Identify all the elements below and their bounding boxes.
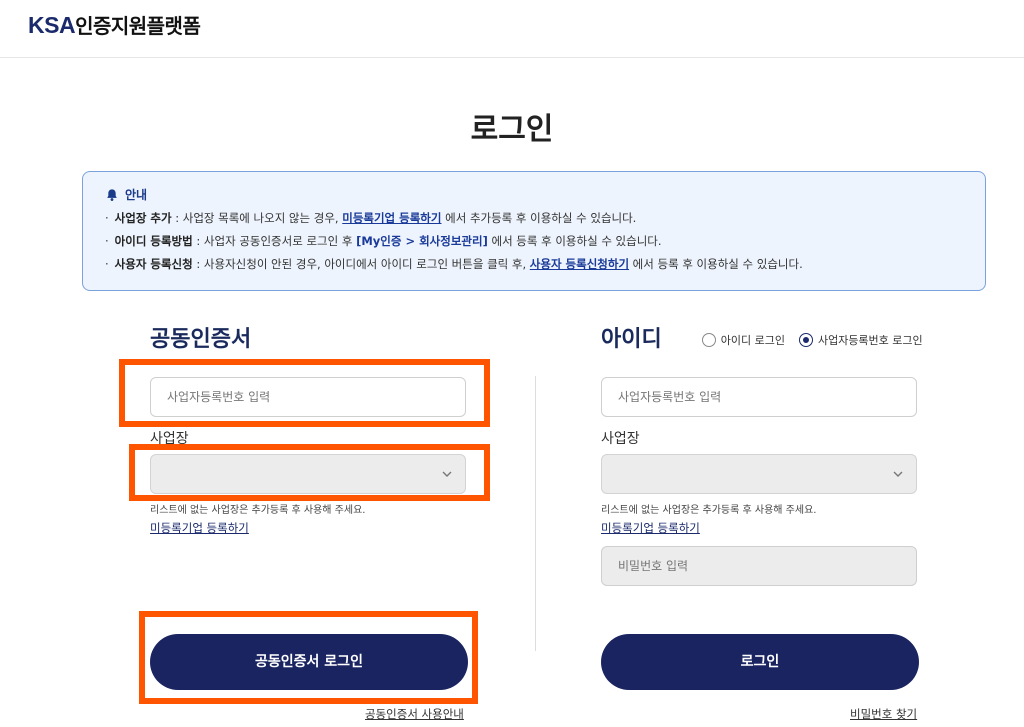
- chevron-down-icon: [442, 471, 452, 477]
- cert-login-button[interactable]: 공동인증서 로그인: [150, 634, 468, 690]
- notice-label: 아이디 등록방법: [114, 234, 193, 248]
- id-section-header: 아이디 아이디 로그인 사업자등록번호 로그인: [601, 320, 923, 360]
- id-site-label: 사업장: [601, 431, 640, 447]
- chevron-down-icon: [893, 471, 903, 477]
- id-site-select[interactable]: [601, 454, 917, 494]
- radio-id-login[interactable]: 아이디 로그인: [701, 332, 785, 348]
- cert-site-label: 사업장: [150, 431, 189, 447]
- bullet: ·: [105, 257, 109, 271]
- radio-checked-icon: [798, 333, 813, 347]
- cert-site-select[interactable]: [150, 454, 466, 494]
- notice-box: 안내 · 사업장 추가 : 사업장 목록에 나오지 않는 경우, 미등록기업 등록…: [82, 171, 986, 291]
- page-title: 로그인: [470, 112, 554, 147]
- cert-guide-link[interactable]: 공동인증서 사용안내: [365, 706, 464, 722]
- notice-title: 안내: [125, 188, 148, 202]
- bullet: ·: [105, 211, 109, 225]
- radio-circle-icon: [701, 333, 716, 347]
- cert-section-title: 공동인증서: [150, 327, 252, 352]
- notice-text: 에서 등록 후 이용하실 수 있습니다.: [487, 234, 662, 248]
- notice-line-3: · 사용자 등록신청 : 사용자신청이 안된 경우, 아이디에서 아이디 로그인 …: [105, 255, 963, 273]
- bell-icon: [107, 188, 117, 201]
- login-type-radio-group: 아이디 로그인 사업자등록번호 로그인: [701, 332, 923, 348]
- unregistered-company-link[interactable]: 미등록기업 등록하기: [342, 211, 441, 225]
- id-login-button[interactable]: 로그인: [601, 634, 919, 690]
- id-section-title: 아이디: [601, 327, 662, 352]
- user-registration-link[interactable]: 사용자 등록신청하기: [530, 257, 629, 271]
- radio-label: 사업자등록번호 로그인: [817, 334, 923, 347]
- notice-line-1: · 사업장 추가 : 사업장 목록에 나오지 않는 경우, 미등록기업 등록하기 …: [105, 209, 963, 227]
- cert-site-hint: 리스트에 없는 사업장은 추가등록 후 사용해 주세요.: [150, 505, 366, 516]
- id-bizno-input[interactable]: [601, 377, 917, 417]
- password-input[interactable]: [601, 546, 917, 586]
- notice-line-2: · 아이디 등록방법 : 사업자 공동인증서로 로그인 후 [My인증 > 회사정…: [105, 232, 963, 250]
- header: KSA인증지원플랫폼: [0, 0, 1024, 58]
- notice-label: 사업장 추가: [114, 211, 172, 225]
- logo-text: 인증지원플랫폼: [75, 14, 201, 38]
- notice-header: 안내: [105, 186, 963, 203]
- company-info-menu-path: [My인증 > 회사정보관리]: [356, 234, 488, 248]
- notice-text: : 사용자신청이 안된 경우, 아이디에서 아이디 로그인 버튼을 클릭 후,: [192, 257, 530, 271]
- find-password-link[interactable]: 비밀번호 찾기: [850, 706, 917, 722]
- cert-bizno-input[interactable]: [150, 377, 466, 417]
- radio-label: 아이디 로그인: [720, 334, 785, 347]
- notice-label: 사용자 등록신청: [114, 257, 193, 271]
- id-site-hint: 리스트에 없는 사업장은 추가등록 후 사용해 주세요.: [601, 505, 817, 516]
- logo-ksa: KSA: [28, 12, 76, 38]
- notice-text: 에서 등록 후 이용하실 수 있습니다.: [629, 257, 803, 271]
- notice-text: : 사업장 목록에 나오지 않는 경우,: [171, 211, 343, 225]
- notice-text: : 사업자 공동인증서로 로그인 후: [192, 234, 357, 248]
- notice-text: 에서 추가등록 후 이용하실 수 있습니다.: [441, 211, 637, 225]
- radio-bizno-login[interactable]: 사업자등록번호 로그인: [798, 332, 923, 348]
- id-register-link[interactable]: 미등록기업 등록하기: [601, 520, 700, 536]
- column-divider: [535, 376, 536, 651]
- bullet: ·: [105, 234, 109, 248]
- site-logo[interactable]: KSA인증지원플랫폼: [28, 10, 201, 39]
- cert-register-link[interactable]: 미등록기업 등록하기: [150, 520, 249, 536]
